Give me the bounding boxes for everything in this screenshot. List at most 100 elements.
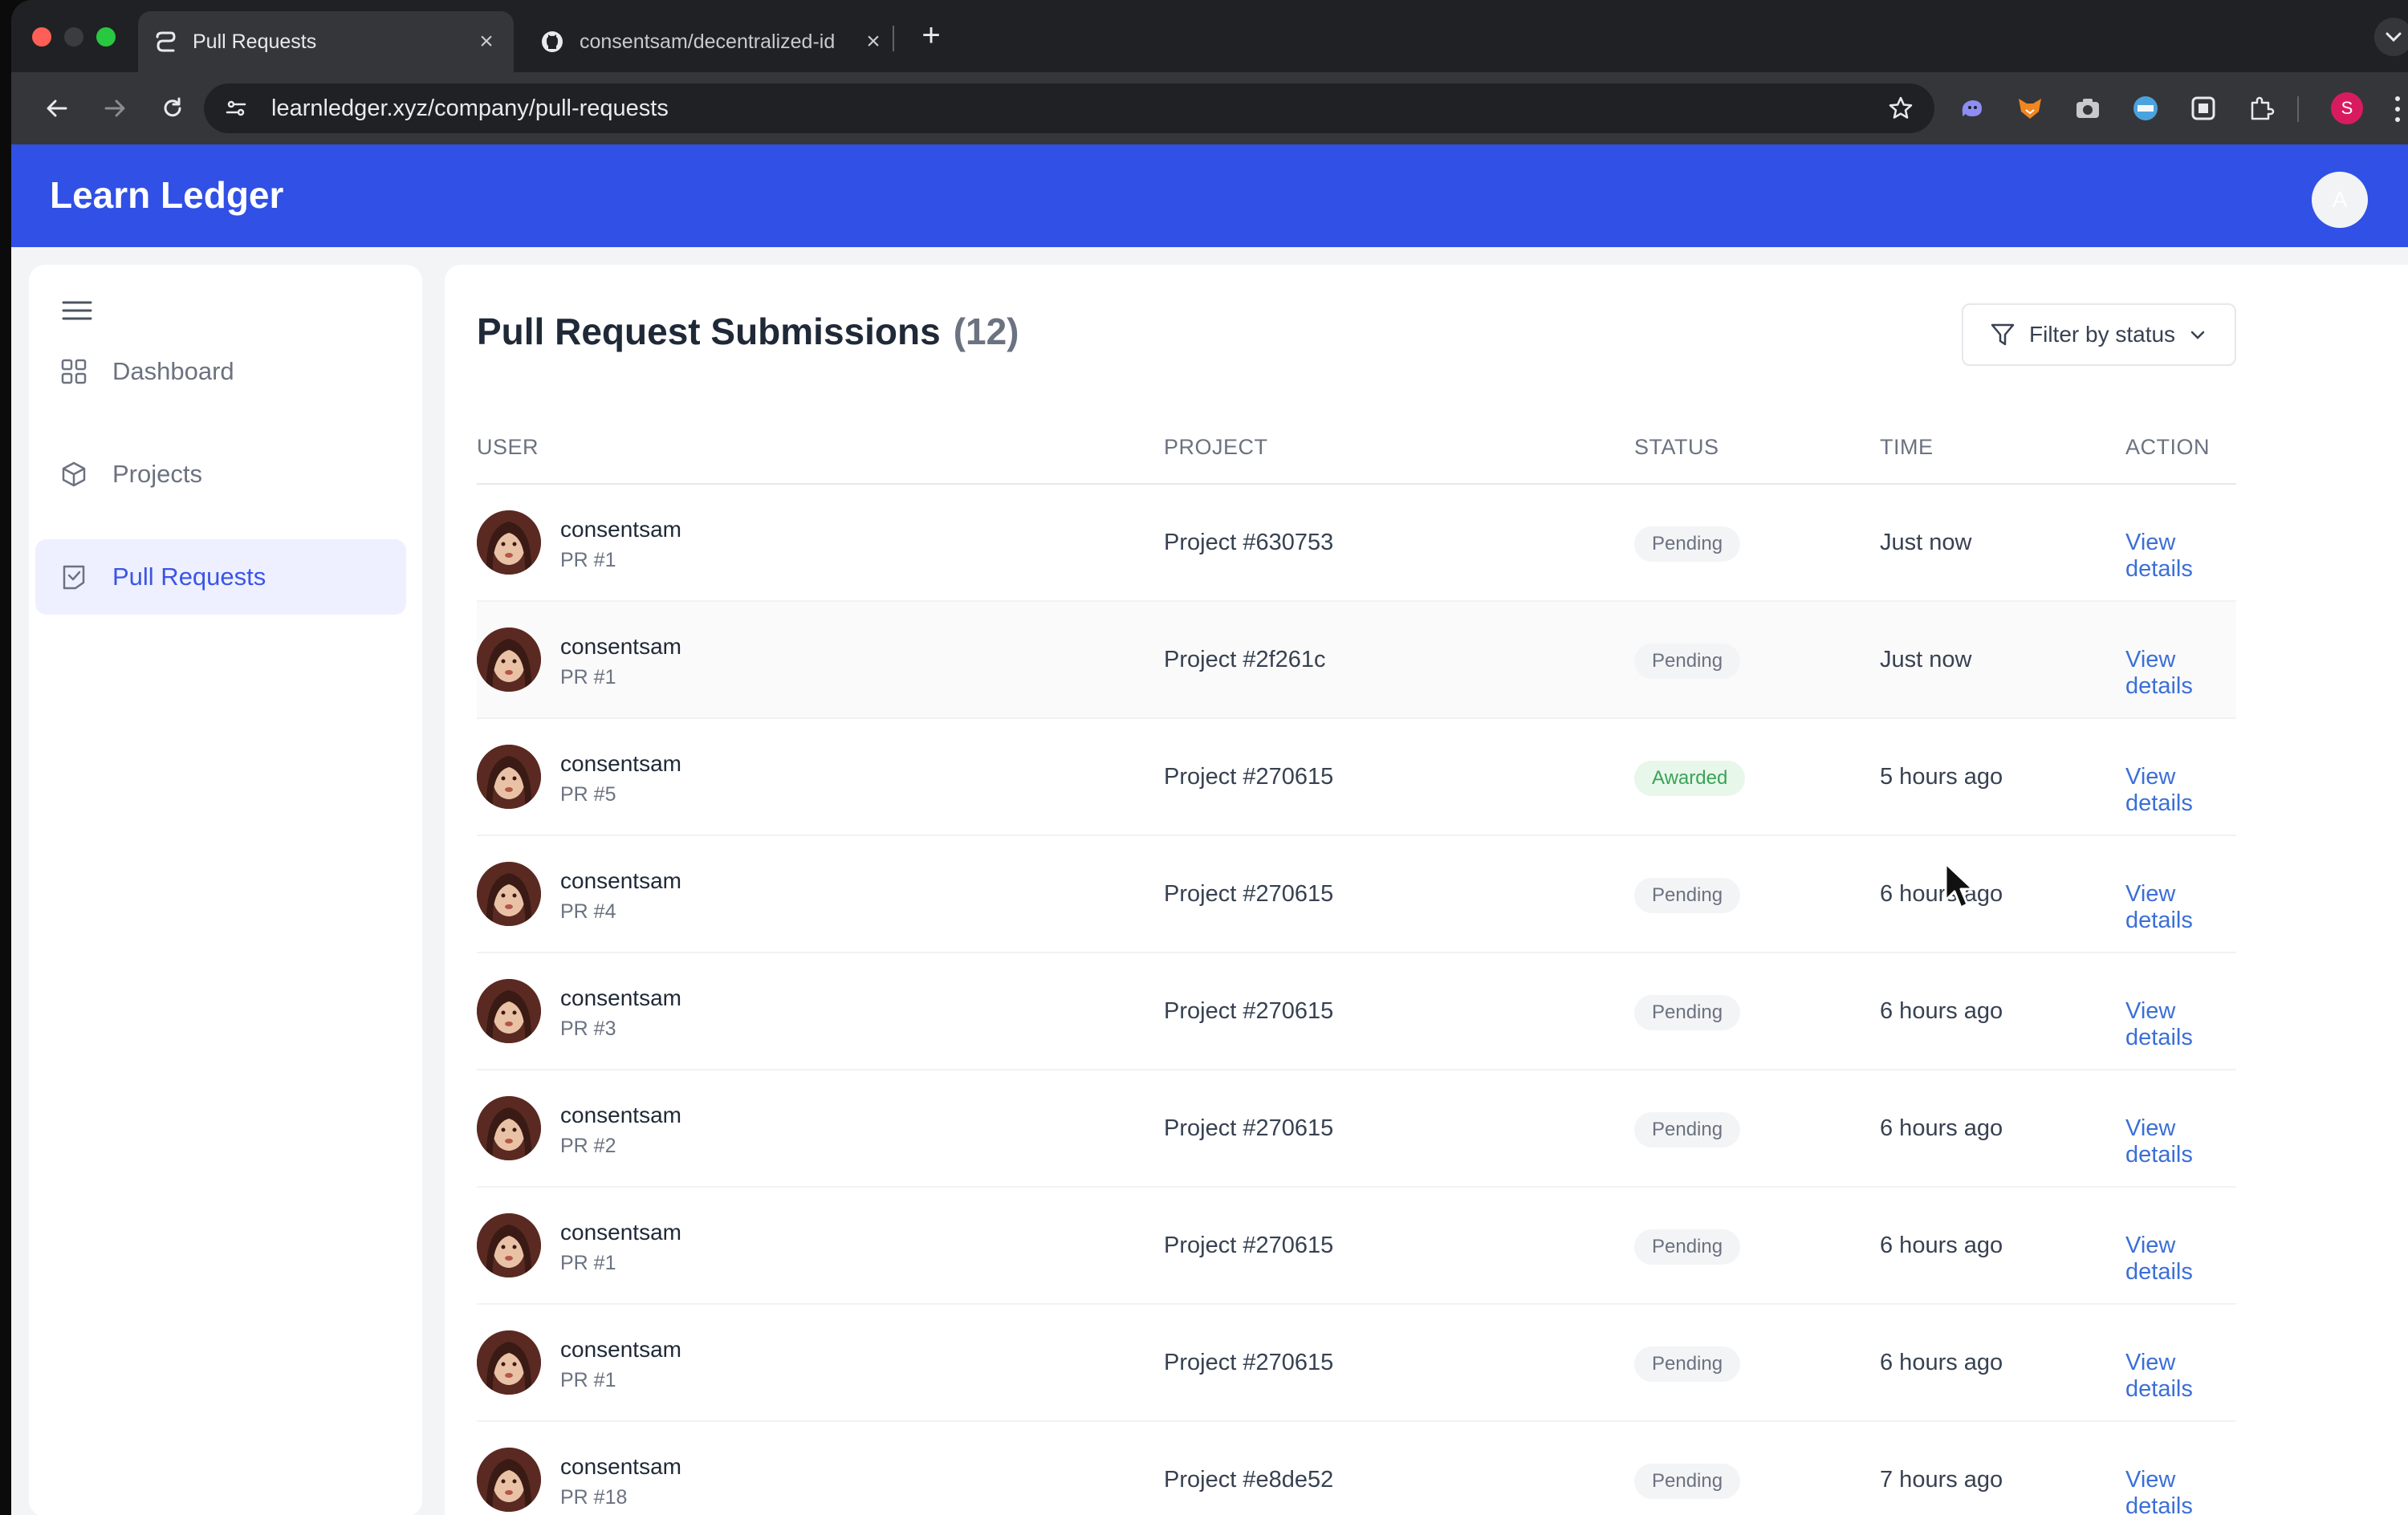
username: consentsam <box>560 1337 681 1362</box>
username: consentsam <box>560 1220 681 1245</box>
chevron-down-icon <box>2188 325 2207 344</box>
view-details-link[interactable]: View details <box>2125 1233 2236 1286</box>
extensions-puzzle-icon[interactable] <box>2243 90 2280 127</box>
username: consentsam <box>560 634 681 659</box>
username: consentsam <box>560 868 681 893</box>
user-avatar <box>477 862 541 926</box>
extension-camera-icon[interactable] <box>2069 90 2106 127</box>
filter-label: Filter by status <box>2029 322 2176 347</box>
sidebar-item-dashboard[interactable]: Dashboard <box>35 334 406 409</box>
filter-funnel-icon <box>1989 321 2016 348</box>
extension-cloud-icon[interactable] <box>2127 90 2164 127</box>
submission-time: 6 hours ago <box>1880 1115 2003 1141</box>
view-details-link[interactable]: View details <box>2125 881 2236 934</box>
site-settings-icon[interactable] <box>218 91 254 126</box>
url-text[interactable]: learnledger.xyz/company/pull-requests <box>271 95 1883 122</box>
cube-icon <box>59 460 88 489</box>
submission-count: (12) <box>953 311 1019 352</box>
table-row: consentsam PR #1 Project #270615 Pending 6 h… <box>477 1305 2236 1422</box>
status-badge: Awarded <box>1634 761 1746 796</box>
sidebar-item-label: Projects <box>112 460 202 488</box>
tab-github[interactable]: consentsam/decentralized-id × <box>525 11 901 72</box>
submission-time: 6 hours ago <box>1880 998 2003 1024</box>
extension-shield-icon[interactable] <box>2185 90 2222 127</box>
close-window-button[interactable] <box>32 27 51 47</box>
status-badge: Pending <box>1634 1112 1741 1147</box>
user-avatar <box>477 1096 541 1160</box>
reload-icon[interactable] <box>154 90 191 127</box>
app-header: Learn Ledger A <box>11 144 2408 247</box>
maximize-window-button[interactable] <box>96 27 116 47</box>
sidebar-item-projects[interactable]: Projects <box>35 437 406 512</box>
project-id: Project #270615 <box>1164 1233 1334 1258</box>
view-details-link[interactable]: View details <box>2125 1467 2236 1515</box>
pr-number: PR #1 <box>560 666 616 688</box>
forward-icon[interactable] <box>96 90 133 127</box>
pr-number: PR #1 <box>560 549 616 571</box>
view-details-link[interactable]: View details <box>2125 530 2236 583</box>
close-tab-icon[interactable]: × <box>860 28 886 55</box>
username: consentsam <box>560 985 681 1010</box>
profile-avatar[interactable]: S <box>2331 92 2363 124</box>
sidebar: Dashboard Projects Pull Requests <box>29 265 422 1515</box>
pr-number: PR #4 <box>560 900 616 923</box>
page-title: Pull Request Submissions (12) <box>477 310 1019 353</box>
user-avatar[interactable]: A <box>2312 172 2368 228</box>
filter-by-status-dropdown[interactable]: Filter by status <box>1962 303 2236 366</box>
table-row: consentsam PR #3 Project #270615 Pending 6 h… <box>477 953 2236 1070</box>
view-details-link[interactable]: View details <box>2125 998 2236 1051</box>
column-header-time: TIME <box>1880 435 1934 459</box>
view-details-link[interactable]: View details <box>2125 764 2236 817</box>
app-content: Dashboard Projects Pull Requests Pull Re… <box>11 247 2408 1515</box>
column-header-action: ACTION <box>2125 435 2211 459</box>
user-avatar <box>477 1330 541 1395</box>
page-title-text: Pull Request Submissions <box>477 311 941 352</box>
toolbar-divider <box>2297 96 2299 122</box>
tab-divider <box>893 26 894 51</box>
project-id: Project #270615 <box>1164 998 1334 1024</box>
main-panel: Pull Request Submissions (12) Filter by s… <box>445 265 2408 1515</box>
address-bar[interactable]: learnledger.xyz/company/pull-requests <box>204 83 1934 133</box>
submission-time: Just now <box>1880 530 1972 555</box>
back-icon[interactable] <box>39 90 75 127</box>
username: consentsam <box>560 517 681 542</box>
username: consentsam <box>560 751 681 776</box>
extension-fox-icon[interactable] <box>2011 90 2048 127</box>
extension-ghost-icon[interactable] <box>1954 90 1991 127</box>
browser-menu-icon[interactable] <box>2387 91 2408 127</box>
sidebar-item-pull-requests[interactable]: Pull Requests <box>35 539 406 615</box>
mouse-pointer-icon <box>1944 862 1975 909</box>
pr-number: PR #2 <box>560 1135 616 1157</box>
view-details-link[interactable]: View details <box>2125 1350 2236 1403</box>
view-details-link[interactable]: View details <box>2125 647 2236 700</box>
minimize-window-button[interactable] <box>64 27 83 47</box>
tab-title: Pull Requests <box>193 30 317 53</box>
submission-time: Just now <box>1880 647 1972 672</box>
brand-logo-text[interactable]: Learn Ledger <box>50 173 283 217</box>
pr-number: PR #3 <box>560 1017 616 1040</box>
username: consentsam <box>560 1454 681 1479</box>
close-tab-icon[interactable]: × <box>474 28 499 55</box>
submission-time: 6 hours ago <box>1880 881 2003 907</box>
status-badge: Pending <box>1634 995 1741 1030</box>
view-details-link[interactable]: View details <box>2125 1115 2236 1168</box>
status-badge: Pending <box>1634 644 1741 679</box>
bookmark-star-icon[interactable] <box>1883 91 1918 126</box>
project-id: Project #270615 <box>1164 1115 1334 1141</box>
menu-toggle-icon[interactable] <box>61 299 93 323</box>
status-badge: Pending <box>1634 1346 1741 1382</box>
submission-time: 6 hours ago <box>1880 1233 2003 1258</box>
user-avatar <box>477 628 541 692</box>
status-badge: Pending <box>1634 1464 1741 1499</box>
tab-title: consentsam/decentralized-id <box>580 30 836 53</box>
table-row: consentsam PR #5 Project #270615 Awarded 5 h… <box>477 719 2236 836</box>
tab-pull-requests[interactable]: Pull Requests × <box>138 11 514 72</box>
pr-number: PR #5 <box>560 783 616 806</box>
submission-time: 7 hours ago <box>1880 1467 2003 1493</box>
new-tab-button[interactable]: + <box>915 19 947 53</box>
tab-search-icon[interactable] <box>2374 18 2408 56</box>
pr-number: PR #1 <box>560 1252 616 1274</box>
browser-chrome: Pull Requests × consentsam/decentralized… <box>11 0 2408 144</box>
learnledger-favicon-icon <box>153 29 178 55</box>
pr-number: PR #1 <box>560 1369 616 1391</box>
